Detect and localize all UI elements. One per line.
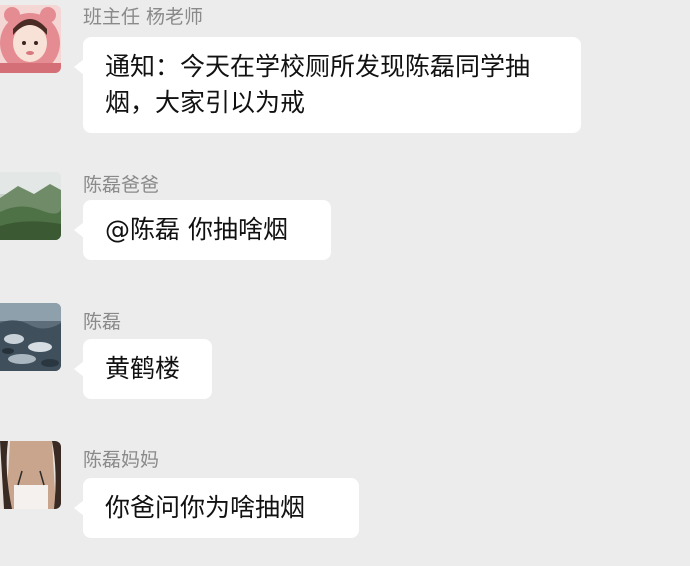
woman-portrait-avatar[interactable] (0, 441, 61, 509)
rocky-shore-avatar[interactable] (0, 303, 61, 371)
message-bubble[interactable]: @陈磊 你抽啥烟 (74, 200, 331, 260)
mountain-landscape-avatar[interactable] (0, 172, 61, 240)
message-bubble[interactable]: 通知：今天在学校厕所发现陈磊同学抽烟，大家引以为戒 (74, 37, 581, 133)
woman-portrait-icon (0, 441, 61, 509)
girl-pink-hood-avatar[interactable] (0, 5, 61, 73)
message-bubble[interactable]: 你爸问你为啥抽烟 (74, 478, 359, 538)
girl-pink-hood-icon (0, 5, 61, 73)
mountain-landscape-icon (0, 172, 61, 240)
message-bubble[interactable]: 黄鹤楼 (74, 339, 212, 399)
sender-name: 陈磊爸爸 (83, 174, 160, 196)
chat-message-list[interactable]: 班主任 杨老师 通知：今天在学校厕所发现陈磊同学抽烟，大家引以为戒 陈磊爸爸 @… (0, 0, 690, 566)
sender-name: 陈磊妈妈 (83, 449, 160, 471)
sender-name: 陈磊 (83, 311, 122, 333)
sender-name: 班主任 杨老师 (83, 6, 204, 28)
rocky-shore-icon (0, 303, 61, 371)
